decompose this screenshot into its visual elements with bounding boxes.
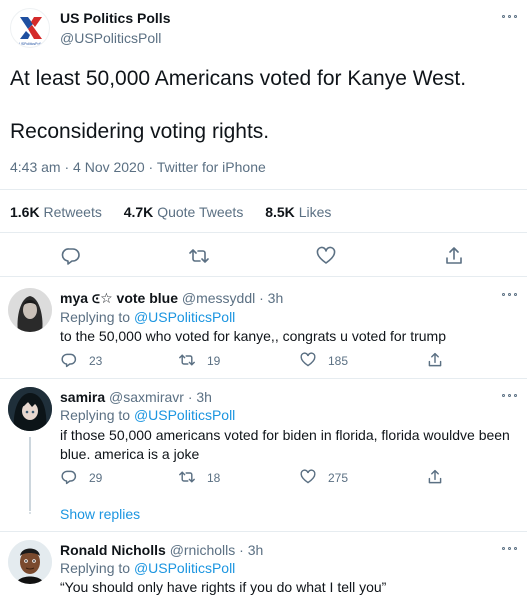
reply-author-handle[interactable]: @rnicholls	[170, 542, 236, 558]
retweet-count: 18	[207, 471, 221, 485]
reply-count: 29	[89, 471, 103, 485]
reply-header: mya ⪽☆ vote blue @messyddl · 3h	[60, 290, 283, 307]
reply-author-name[interactable]: Ronald Nicholls	[60, 542, 166, 558]
reply-header: Ronald Nicholls @rnicholls · 3h	[60, 542, 263, 558]
replying-to-label: Replying to	[60, 560, 131, 576]
avatar[interactable]	[8, 540, 52, 584]
reply-icon[interactable]	[61, 469, 77, 485]
tweet-text-line-2: Reconsidering voting rights.	[10, 120, 270, 143]
avatar[interactable]: USPoliticsPolls	[10, 8, 50, 48]
show-replies-link[interactable]: Show replies	[60, 506, 140, 522]
reply-count: 23	[89, 354, 103, 368]
tweet-stats: 1.6K Retweets 4.7K Quote Tweets 8.5K Lik…	[10, 204, 349, 220]
replying-to-label: Replying to	[60, 407, 131, 423]
quote-tweets-label[interactable]: Quote Tweets	[157, 204, 243, 220]
reply-tweet[interactable]: samira @saxmiravr · 3h Replying to @USPo…	[0, 379, 527, 531]
divider	[0, 232, 527, 233]
more-options-icon[interactable]	[502, 393, 518, 399]
reply-icon[interactable]	[61, 246, 81, 266]
more-options-icon[interactable]	[502, 292, 518, 298]
reply-header: samira @saxmiravr · 3h	[60, 389, 212, 405]
like-count: 185	[328, 354, 349, 368]
like-icon[interactable]	[300, 352, 316, 368]
retweets-label[interactable]: Retweets	[43, 204, 101, 220]
more-options-icon[interactable]	[502, 546, 518, 552]
retweet-icon[interactable]	[189, 246, 209, 266]
reply-author-name[interactable]: samira	[60, 389, 105, 405]
share-icon[interactable]	[444, 246, 464, 266]
share-icon[interactable]	[427, 352, 443, 368]
replying-to-handle[interactable]: @USPoliticsPoll	[134, 407, 235, 423]
quote-tweets-count[interactable]: 4.7K	[124, 204, 154, 220]
retweet-icon[interactable]	[179, 469, 195, 485]
thread-line	[29, 437, 31, 511]
retweets-count[interactable]: 1.6K	[10, 204, 40, 220]
avatar[interactable]	[8, 387, 52, 431]
main-tweet: USPoliticsPolls US Politics Polls @USPol…	[0, 0, 527, 277]
replying-to: Replying to @USPoliticsPoll	[60, 560, 235, 576]
replying-to-label: Replying to	[60, 309, 131, 325]
replying-to: Replying to @USPoliticsPoll	[60, 309, 235, 325]
reply-icon[interactable]	[61, 352, 77, 368]
replying-to-handle[interactable]: @USPoliticsPoll	[134, 560, 235, 576]
us-politics-polls-logo: USPoliticsPolls	[19, 17, 43, 46]
reply-text: “You should only have rights if you do w…	[60, 579, 387, 595]
replying-to-handle[interactable]: @USPoliticsPoll	[134, 309, 235, 325]
tweet-timestamp[interactable]: 4:43 am · 4 Nov 2020 · Twitter for iPhon…	[10, 159, 266, 175]
retweet-icon[interactable]	[179, 352, 195, 368]
reply-author-handle[interactable]: @messyddl	[182, 290, 255, 306]
divider	[0, 189, 527, 190]
replying-to: Replying to @USPoliticsPoll	[60, 407, 235, 423]
reply-author-name[interactable]: mya ⪽☆ vote blue	[60, 290, 178, 306]
more-options-icon[interactable]	[502, 14, 518, 20]
reply-author-handle[interactable]: @saxmiravr	[109, 389, 184, 405]
like-icon[interactable]	[316, 246, 336, 266]
like-icon[interactable]	[300, 469, 316, 485]
reply-time[interactable]: · 3h	[188, 389, 212, 405]
tweet-text-line-1: At least 50,000 Americans voted for Kany…	[10, 67, 467, 90]
avatar[interactable]	[8, 288, 52, 332]
likes-label[interactable]: Likes	[299, 204, 332, 220]
svg-text:USPoliticsPolls: USPoliticsPolls	[19, 42, 43, 46]
retweet-count: 19	[207, 354, 221, 368]
reply-time[interactable]: · 3h	[239, 542, 263, 558]
reply-tweet[interactable]: Ronald Nicholls @rnicholls · 3h Replying…	[0, 532, 527, 600]
likes-count[interactable]: 8.5K	[265, 204, 295, 220]
reply-tweet[interactable]: mya ⪽☆ vote blue @messyddl · 3h Replying…	[0, 278, 527, 378]
show-replies-dots	[27, 502, 33, 518]
reply-time[interactable]: · 3h	[259, 290, 283, 306]
author-name[interactable]: US Politics Polls	[60, 10, 170, 26]
like-count: 275	[328, 471, 349, 485]
author-handle[interactable]: @USPoliticsPoll	[60, 30, 161, 46]
reply-text: to the 50,000 who voted for kanye,, cong…	[60, 328, 447, 344]
share-icon[interactable]	[427, 469, 443, 485]
reply-text: if those 50,000 americans voted for bide…	[60, 427, 510, 462]
